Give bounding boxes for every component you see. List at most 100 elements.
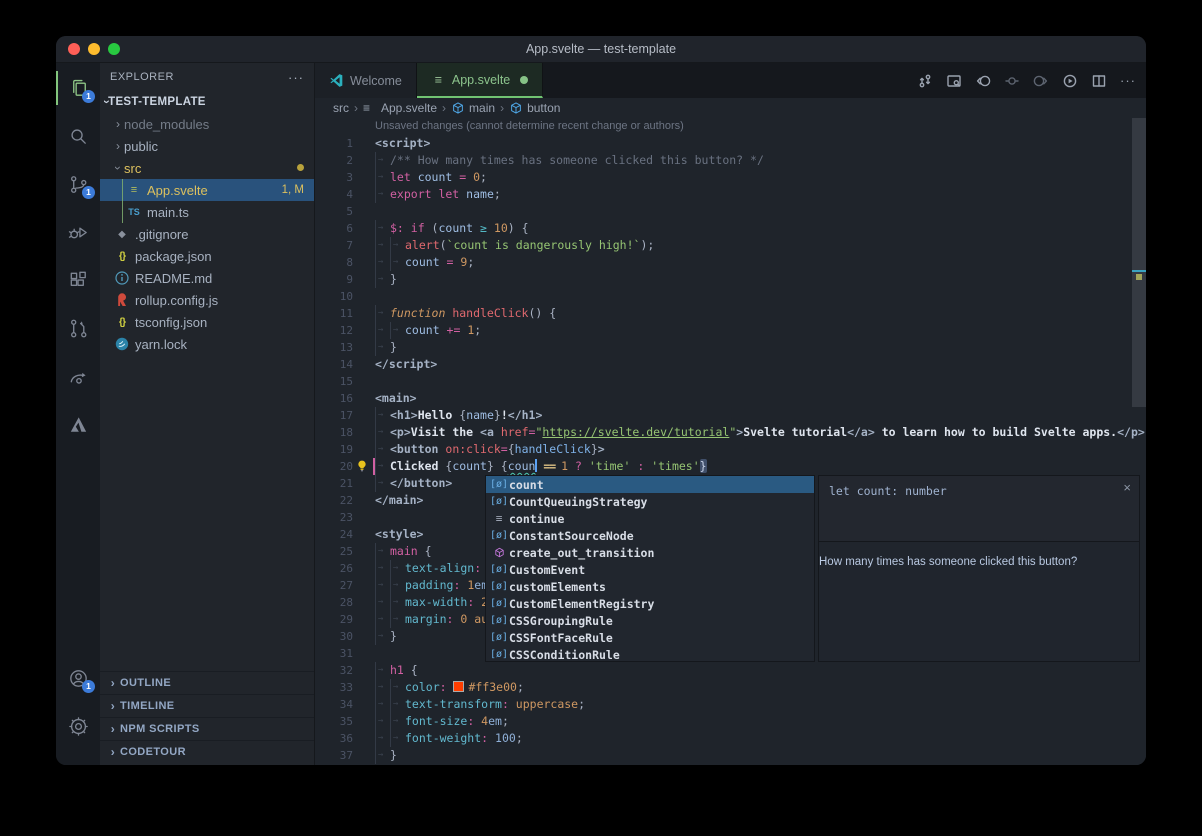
code-line[interactable]: 12count += 1; xyxy=(315,322,1146,339)
tree-item-src[interactable]: ›src xyxy=(100,157,314,179)
code-line[interactable]: 8count = 9; xyxy=(315,254,1146,271)
breadcrumb-src[interactable]: src xyxy=(333,101,349,115)
explorer-more-actions-icon[interactable]: ··· xyxy=(288,70,304,85)
code-line[interactable]: 19<button on:click={handleClick}> xyxy=(315,441,1146,458)
tour-back-icon[interactable] xyxy=(975,73,991,89)
yarn-icon xyxy=(114,336,130,352)
live-share-icon xyxy=(67,365,90,388)
editor-content[interactable]: Unsaved changes (cannot determine recent… xyxy=(315,118,1146,765)
code-line[interactable]: 18<p>Visit the <a href="https://svelte.d… xyxy=(315,424,1146,441)
code-line[interactable]: 37} xyxy=(315,747,1146,764)
tree-item-tsconfig.json[interactable]: {}tsconfig.json xyxy=(100,311,314,333)
symbol-variable-icon: [ø] xyxy=(489,581,509,592)
suggestion-create_out_transition[interactable]: create_out_transition xyxy=(486,544,814,561)
code-line[interactable]: 15 xyxy=(315,373,1146,390)
suggestion-CSSConditionRule[interactable]: [ø]CSSConditionRule xyxy=(486,646,814,663)
suggestion-CustomEvent[interactable]: [ø]CustomEvent xyxy=(486,561,814,578)
indent-guide xyxy=(375,152,390,169)
tree-item-main.ts[interactable]: TSmain.ts xyxy=(100,201,314,223)
code-line[interactable]: 10 xyxy=(315,288,1146,305)
code-line[interactable]: 35font-size: 4em; xyxy=(315,713,1146,730)
suggestion-CountQueuingStrategy[interactable]: [ø]CountQueuingStrategy xyxy=(486,493,814,510)
suggestion-count[interactable]: [ø]count xyxy=(486,476,814,493)
tour-stop-icon[interactable] xyxy=(1004,73,1020,89)
tree-item-App.svelte[interactable]: ≡App.svelte1, M xyxy=(100,179,314,201)
activity-settings[interactable] xyxy=(56,709,100,743)
tree-item-.gitignore[interactable]: ◆.gitignore xyxy=(100,223,314,245)
activity-search[interactable] xyxy=(56,119,100,153)
activity-run-debug[interactable] xyxy=(56,215,100,249)
code-line[interactable]: 20Clicked {count} {coun == 1 ? 'time' : … xyxy=(315,458,1146,475)
activity-azure[interactable] xyxy=(56,407,100,441)
run-tour-icon[interactable] xyxy=(1062,73,1078,89)
code-line[interactable]: 17<h1>Hello {name}!</h1> xyxy=(315,407,1146,424)
suggestion-CustomElementRegistry[interactable]: [ø]CustomElementRegistry xyxy=(486,595,814,612)
more-actions-icon[interactable]: ··· xyxy=(1120,73,1136,89)
code-line[interactable]: 36font-weight: 100; xyxy=(315,730,1146,747)
tree-root-test-template[interactable]: › TEST-TEMPLATE xyxy=(100,91,314,113)
breadcrumb-app-svelte[interactable]: ≡App.svelte xyxy=(363,101,437,115)
tree-item-yarn.lock[interactable]: yarn.lock xyxy=(100,333,314,355)
split-editor-icon[interactable] xyxy=(1091,73,1107,89)
breadcrumb-button[interactable]: button xyxy=(509,101,560,115)
suggestion-customElements[interactable]: [ø]customElements xyxy=(486,578,814,595)
search-icon xyxy=(67,125,90,148)
code-line[interactable]: 34text-transform: uppercase; xyxy=(315,696,1146,713)
suggestion-ConstantSourceNode[interactable]: [ø]ConstantSourceNode xyxy=(486,527,814,544)
code-line[interactable]: 9} xyxy=(315,271,1146,288)
token: let xyxy=(390,170,418,184)
tree-item-public[interactable]: ›public xyxy=(100,135,314,157)
code-line[interactable]: 3let count = 0; xyxy=(315,169,1146,186)
activity-accounts[interactable]: 1 xyxy=(56,661,100,695)
tour-forward-icon[interactable] xyxy=(1033,73,1049,89)
indent-guide xyxy=(375,271,390,288)
tree-item-package.json[interactable]: {}package.json xyxy=(100,245,314,267)
code-line[interactable]: 4export let name; xyxy=(315,186,1146,203)
code-line[interactable]: 16<main> xyxy=(315,390,1146,407)
suggest-docs-description: How many times has someone clicked this … xyxy=(819,556,1139,568)
code-line[interactable]: 5 xyxy=(315,203,1146,220)
activity-extensions[interactable] xyxy=(56,263,100,297)
suggestion-continue[interactable]: ≡continue xyxy=(486,510,814,527)
code-line[interactable]: 14</script> xyxy=(315,356,1146,373)
activity-source-control[interactable]: 1 xyxy=(56,167,100,201)
suggestion-CSSFontFaceRule[interactable]: [ø]CSSFontFaceRule xyxy=(486,629,814,646)
suggestion-CSSGroupingRule[interactable]: [ø]CSSGroupingRule xyxy=(486,612,814,629)
line-number: 33 xyxy=(315,679,353,696)
code-line[interactable]: 7alert(`count is dangerously high!`); xyxy=(315,237,1146,254)
line-content: font-weight: 100; xyxy=(375,730,523,747)
tree-item-node_modules[interactable]: ›node_modules xyxy=(100,113,314,135)
code-line[interactable]: 2/** How many times has someone clicked … xyxy=(315,152,1146,169)
section-timeline[interactable]: ›TIMELINE xyxy=(100,694,314,717)
editor-scrollbar[interactable] xyxy=(1132,118,1146,407)
section-codetour[interactable]: ›CODETOUR xyxy=(100,740,314,763)
activity-explorer[interactable]: 1 xyxy=(56,71,100,105)
tree-item-README.md[interactable]: README.md xyxy=(100,267,314,289)
code-line[interactable]: 13} xyxy=(315,339,1146,356)
activity-live-share[interactable] xyxy=(56,359,100,393)
section-outline[interactable]: ›OUTLINE xyxy=(100,671,314,694)
section-npm-scripts[interactable]: ›NPM SCRIPTS xyxy=(100,717,314,740)
token: } { xyxy=(487,459,508,473)
code-line[interactable]: 33color: #ff3e00; xyxy=(315,679,1146,696)
token: ≥ xyxy=(480,221,494,235)
line-number: 7 xyxy=(315,237,353,254)
compare-changes-icon[interactable] xyxy=(917,73,933,89)
tab-welcome[interactable]: Welcome xyxy=(315,63,417,98)
close-icon[interactable]: × xyxy=(1123,480,1131,495)
open-preview-icon[interactable] xyxy=(946,73,962,89)
code-line[interactable]: 11function handleClick() { xyxy=(315,305,1146,322)
breadcrumb-main[interactable]: main xyxy=(451,101,495,115)
tab-app-svelte[interactable]: ≡App.svelte xyxy=(417,63,543,98)
tree-item-rollup.config.js[interactable]: rollup.config.js xyxy=(100,289,314,311)
token: on:click xyxy=(445,442,500,456)
activity-github-pull-requests[interactable] xyxy=(56,311,100,345)
code-line[interactable]: 32h1 { xyxy=(315,662,1146,679)
indent-guide xyxy=(375,441,390,458)
lightbulb-icon[interactable] xyxy=(355,459,369,473)
code-line[interactable]: 1<script> xyxy=(315,135,1146,152)
token: text-align xyxy=(405,561,474,575)
code-line[interactable]: 6$: if (count ≥ 10) { xyxy=(315,220,1146,237)
indent-guide xyxy=(390,254,405,271)
token: ; xyxy=(578,697,585,711)
